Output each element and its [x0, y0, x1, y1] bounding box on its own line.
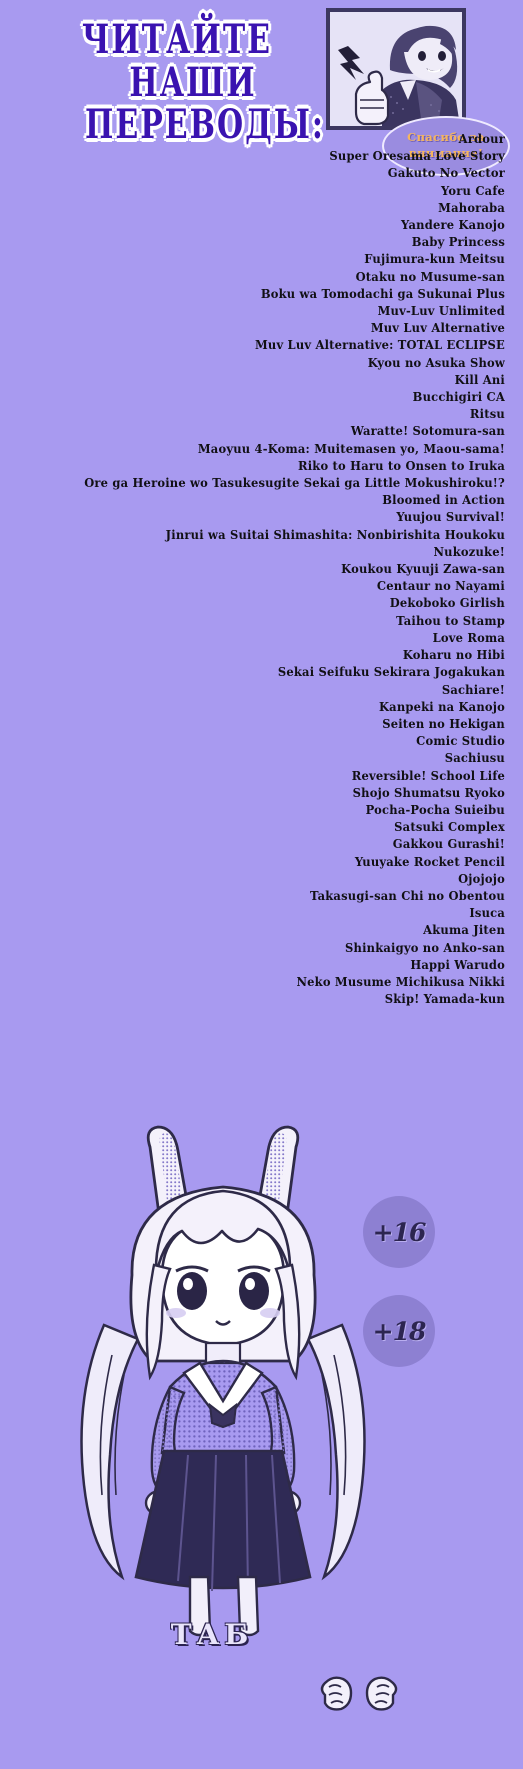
translation-title-item: Centaur no Nayami [376, 578, 505, 594]
translation-title-item: Boku wa Tomodachi ga Sukunai Plus [260, 286, 505, 302]
translation-title-item: Muv Luv Alternative [370, 320, 505, 336]
translation-title-item: Skip! Yamada-kun [384, 991, 505, 1007]
translation-title-item: Ore ga Heroine wo Tasukesugite Sekai ga … [84, 475, 505, 491]
translation-title-item: Love Roma [432, 630, 505, 646]
title-line-2: НАШИ [129, 59, 257, 107]
translation-title-item: Maoyuu 4-Koma: Muitemasen yo, Maou-sama! [197, 441, 505, 457]
translation-title-item: Isuca [469, 905, 505, 921]
translation-title-item: Takasugi-san Chi no Obentou [309, 888, 505, 904]
translation-title-item: Yuujou Survival! [396, 510, 505, 525]
bunny-girl-mascot [58, 1125, 388, 1645]
age-badge-18: +18 [363, 1295, 435, 1367]
translation-title-item: Yuuyake Rocket Pencil [354, 854, 505, 869]
page-header: ЧИТАЙТЕ НАШИ ПЕРЕВОДЫ: Спасибо за вниман… [0, 0, 523, 176]
translation-title-item: Baby Princess [411, 234, 505, 250]
group-logo-text: ТАБ [170, 1618, 254, 1651]
translation-title-item: Ardour [458, 131, 505, 147]
credits-page: ЧИТАЙТЕ НАШИ ПЕРЕВОДЫ: Спасибо за вниман… [0, 0, 523, 1769]
translation-title-item: Yoru Cafe [441, 183, 505, 198]
translations-list: Ardour Super Oresama Love Story Gakuto No … [0, 131, 523, 1008]
age-badge-16: +16 [363, 1196, 435, 1268]
translation-title-item: Seiten no Hekigan [382, 716, 505, 732]
title-line-1: ЧИТАЙТЕ [81, 16, 273, 64]
translation-title-item: Waratte! Sotomura-san [350, 423, 505, 439]
translation-title-item: Ritsu [469, 406, 505, 422]
translation-title-item: Nukozuke! [433, 544, 505, 560]
translation-title-item: Riko to Haru to Onsen to Iruka [297, 458, 505, 474]
age-badge-16-label: +16 [372, 1217, 427, 1247]
clapping-hands-icon [315, 1665, 405, 1725]
translation-title-item: Sekai Seifuku Sekirara Jogakukan [277, 664, 505, 680]
translation-title-item: Reversible! School Life [351, 768, 505, 783]
translation-title-item: Koharu no Hibi [402, 647, 505, 663]
translation-title-item: Bucchigiri CA [412, 389, 505, 405]
translation-title-item: Happi Warudo [410, 957, 505, 973]
translation-title-item: Muv-Luv Unlimited [377, 303, 505, 319]
translation-title-item: Ojojojo [458, 871, 505, 887]
age-badge-18-label: +18 [372, 1316, 427, 1346]
translation-title-item: Gakkou Gurashi! [392, 836, 505, 852]
translation-title-item: Pocha-Pocha Suieibu [365, 802, 505, 818]
translation-title-item: Taihou to Stamp [396, 613, 505, 629]
translation-title-item: Satsuki Complex [394, 819, 505, 835]
translation-title-item: Sachiare! [441, 682, 505, 697]
translation-title-item: Comic Studio [416, 733, 505, 749]
translation-title-item: Sachiusu [444, 750, 505, 766]
translation-title-item: Dekoboko Girlish [389, 596, 505, 611]
translation-title-item: Kyou no Asuka Show [367, 355, 505, 371]
translation-title-item: Super Oresama Love Story [329, 148, 505, 164]
translation-title-item: Gakuto No Vector [387, 165, 505, 181]
translation-title-item: Bloomed in Action [382, 492, 505, 508]
translation-title-item: Muv Luv Alternative: TOTAL ECLIPSE [254, 337, 505, 353]
translation-title-item: Akuma Jiten [423, 922, 505, 938]
translation-title-item: Kill Ani [454, 372, 505, 388]
translation-title-item: Fujimura-kun Meitsu [364, 251, 505, 267]
translation-title-item: Mahoraba [438, 200, 505, 216]
translation-title-item: Koukou Kyuuji Zawa-san [341, 561, 505, 577]
translation-title-item: Kanpeki na Kanojo [378, 699, 505, 715]
thumbs-up-character-panel [326, 8, 466, 130]
translation-title-item: Neko Musume Michikusa Nikki [296, 974, 505, 990]
translation-title-item: Shinkaigyo no Anko-san [345, 940, 505, 955]
translation-title-item: Shojo Shumatsu Ryoko [352, 785, 505, 801]
translation-title-item: Yandere Kanojo [401, 217, 505, 233]
translation-title-item: Otaku no Musume-san [355, 269, 505, 285]
translation-title-item: Jinrui wa Suitai Shimashita: Nonbirishit… [165, 527, 505, 543]
